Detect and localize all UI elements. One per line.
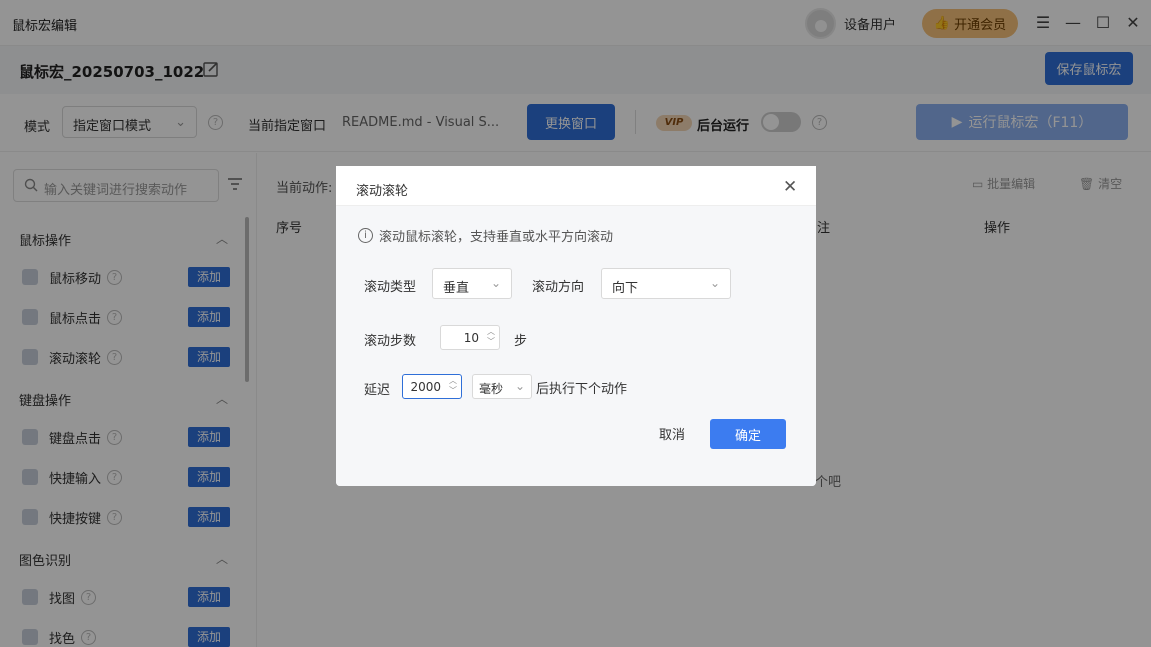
delay-suffix: 后执行下个动作	[536, 382, 628, 397]
stepper-arrows-icon[interactable]: ︿ ﹀	[487, 327, 495, 347]
cancel-button[interactable]: 取消	[648, 418, 696, 448]
scroll-direction-value: 向下	[612, 281, 639, 296]
delay-unit-select[interactable]: 毫秒 ⌄	[472, 374, 532, 399]
scroll-steps-input[interactable]: 10 ︿ ﹀	[440, 325, 500, 350]
scroll-type-select[interactable]: 垂直 ⌄	[432, 268, 512, 299]
info-icon: i	[358, 228, 373, 243]
delay-unit-value: 毫秒	[479, 382, 504, 396]
scroll-direction-select[interactable]: 向下 ⌄	[601, 268, 731, 299]
scroll-steps-unit: 步	[514, 334, 528, 349]
stepper-arrows-icon[interactable]: ︿ ﹀	[449, 376, 457, 396]
delay-value: 2000	[410, 380, 441, 394]
dialog-header: 滚动滚轮 ✕	[336, 166, 816, 206]
scroll-type-value: 垂直	[443, 281, 470, 296]
close-icon[interactable]: ✕	[783, 177, 797, 197]
dialog-info-text: 滚动鼠标滚轮，支持垂直或水平方向滚动	[379, 230, 614, 245]
chevron-down-icon: ⌄	[709, 276, 720, 290]
dialog-info: i 滚动鼠标滚轮，支持垂直或水平方向滚动	[358, 226, 613, 245]
chevron-down-icon: ⌄	[514, 379, 525, 393]
delay-input[interactable]: 2000 ︿ ﹀	[402, 374, 462, 399]
scroll-type-label: 滚动类型	[364, 280, 417, 295]
confirm-button[interactable]: 确定	[710, 419, 786, 449]
scroll-direction-label: 滚动方向	[532, 280, 585, 295]
scroll-wheel-dialog: 滚动滚轮 ✕ i 滚动鼠标滚轮，支持垂直或水平方向滚动 滚动类型 垂直 ⌄ 滚动…	[336, 166, 816, 486]
dialog-title: 滚动滚轮	[356, 184, 409, 199]
scroll-steps-value: 10	[463, 331, 479, 345]
delay-label: 延迟	[364, 383, 391, 398]
chevron-down-icon: ⌄	[490, 276, 501, 290]
scroll-steps-label: 滚动步数	[364, 334, 417, 349]
